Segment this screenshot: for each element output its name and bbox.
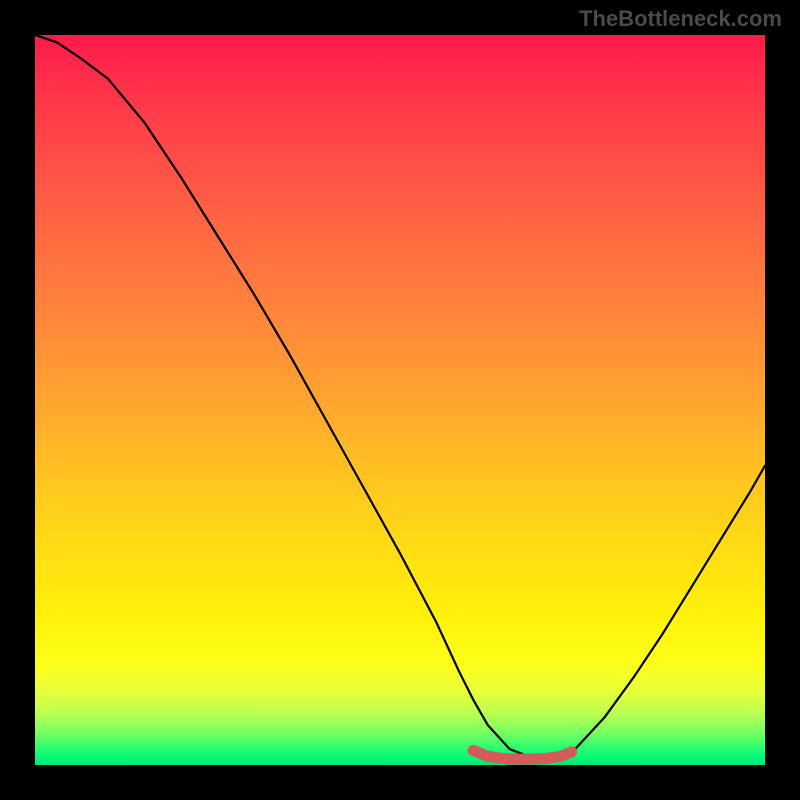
minimum-marker [473, 750, 572, 759]
bottleneck-curve [35, 35, 765, 759]
watermark-text: TheBottleneck.com [579, 6, 782, 32]
chart-svg [35, 35, 765, 765]
chart-plot-area [35, 35, 765, 765]
